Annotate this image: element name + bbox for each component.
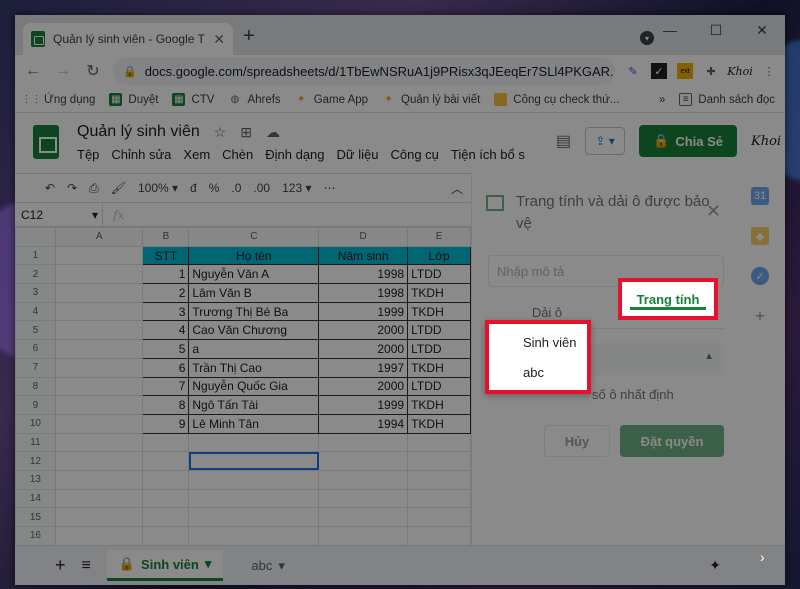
tab-sheet-highlighted[interactable]: Trang tính	[618, 278, 718, 320]
panel-collapse-icon[interactable]: ›	[760, 549, 765, 565]
menu-item-sheet[interactable]: abc	[489, 357, 587, 387]
browser-window: Quản lý sinh viên - Google Trang ✕ + ▾ —…	[15, 15, 785, 585]
menu-item-sheet[interactable]: Sinh viên	[489, 327, 587, 357]
sheet-options-menu: Sinh viên abc	[485, 320, 591, 394]
